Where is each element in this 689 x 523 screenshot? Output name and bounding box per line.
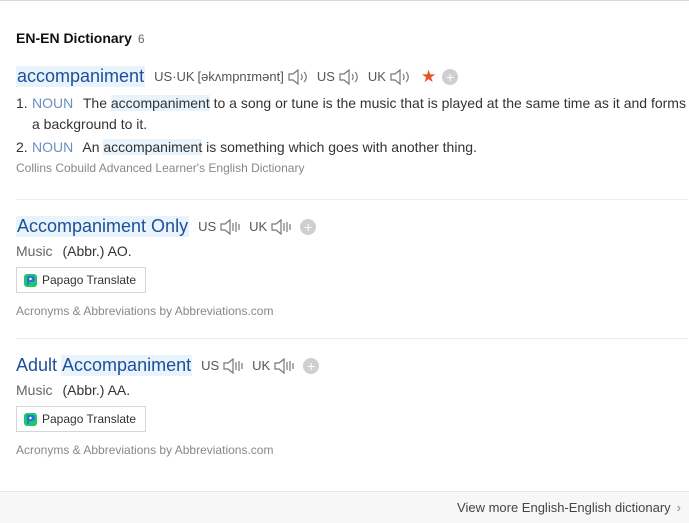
sense-item: 1. NOUN The accompaniment to a song or t…: [16, 93, 688, 135]
pron-label-us: US: [201, 358, 220, 373]
headword-link[interactable]: Accompaniment Only: [16, 216, 190, 237]
result-count: 6: [137, 32, 145, 46]
sense-list: 1. NOUN The accompaniment to a song or t…: [16, 93, 688, 158]
speaker-icon[interactable]: [219, 218, 241, 236]
plus-icon[interactable]: +: [442, 68, 459, 85]
part-of-speech: NOUN: [32, 95, 74, 111]
top-divider: [0, 0, 689, 1]
papago-icon: [24, 273, 37, 287]
view-more-label: View more English-English dictionary: [457, 500, 671, 515]
speaker-icon[interactable]: [389, 68, 411, 86]
category-label: Music: [16, 243, 53, 259]
headword-link[interactable]: accompaniment: [16, 66, 146, 87]
speaker-icon[interactable]: [338, 68, 360, 86]
category-label: Music: [16, 382, 53, 398]
definition-text: (Abbr.) AA.: [62, 382, 131, 398]
star-icon[interactable]: ★: [421, 68, 436, 85]
headword-link[interactable]: Adult: [16, 355, 57, 376]
speaker-icon[interactable]: [287, 68, 309, 86]
speaker-icon[interactable]: [222, 357, 244, 375]
papago-translate-button[interactable]: Papago Translate: [16, 267, 147, 293]
speaker-icon[interactable]: [273, 357, 295, 375]
speaker-icon[interactable]: [270, 218, 292, 236]
plus-icon[interactable]: +: [300, 218, 317, 235]
sense-text-pre: The: [82, 95, 107, 111]
entry-divider: [16, 338, 688, 339]
part-of-speech: NOUN: [32, 139, 74, 155]
sense-text-pre: An: [82, 139, 100, 155]
pron-label-uk: UK: [367, 69, 386, 84]
entry-adult-accompaniment: Adult Accompaniment US UK + Music (Abbr.…: [16, 355, 688, 457]
section-title: EN-EN Dictionary: [16, 30, 132, 46]
source-credit: Acronyms & Abbreviations by Abbreviation…: [16, 304, 274, 318]
sense-number: 2.: [16, 139, 28, 155]
headword-highlight[interactable]: Accompaniment: [61, 355, 193, 376]
pron-label-usuk: US·UK: [154, 69, 195, 84]
papago-label: Papago Translate: [42, 273, 137, 287]
pron-label-us: US: [316, 69, 335, 84]
footer-bar: View more English-English dictionary ›: [0, 491, 689, 523]
sense-highlight: accompaniment: [103, 139, 203, 155]
pron-label-uk: UK: [252, 358, 271, 373]
chevron-right-icon: ›: [676, 500, 681, 515]
pron-label-uk: UK: [249, 219, 268, 234]
papago-icon: [24, 412, 37, 426]
sense-item: 2. NOUN An accompaniment is something wh…: [16, 137, 688, 158]
plus-icon[interactable]: +: [303, 357, 320, 374]
definition-line: Music (Abbr.) AA.: [16, 382, 688, 398]
entry-accompaniment-only: Accompaniment Only US UK + Music (Abbr.)…: [16, 216, 688, 318]
ipa-text: [əkʌmpnɪmənt]: [197, 69, 284, 84]
definition-text: (Abbr.) AO.: [62, 243, 132, 259]
definition-line: Music (Abbr.) AO.: [16, 243, 688, 259]
entry-accompaniment: accompaniment US·UK [əkʌmpnɪmənt] US UK …: [16, 66, 688, 175]
papago-label: Papago Translate: [42, 412, 137, 426]
sense-highlight: accompaniment: [110, 95, 210, 111]
pron-label-us: US: [198, 219, 217, 234]
source-credit: Collins Cobuild Advanced Learner's Engli…: [16, 161, 305, 175]
sense-number: 1.: [16, 95, 28, 111]
sense-text-post: is something which goes with another thi…: [206, 139, 477, 155]
entry-divider: [16, 199, 688, 200]
section-heading: EN-EN Dictionary 6: [16, 30, 145, 46]
source-credit: Acronyms & Abbreviations by Abbreviation…: [16, 443, 274, 457]
view-more-link[interactable]: View more English-English dictionary ›: [457, 500, 681, 515]
papago-translate-button[interactable]: Papago Translate: [16, 406, 147, 432]
